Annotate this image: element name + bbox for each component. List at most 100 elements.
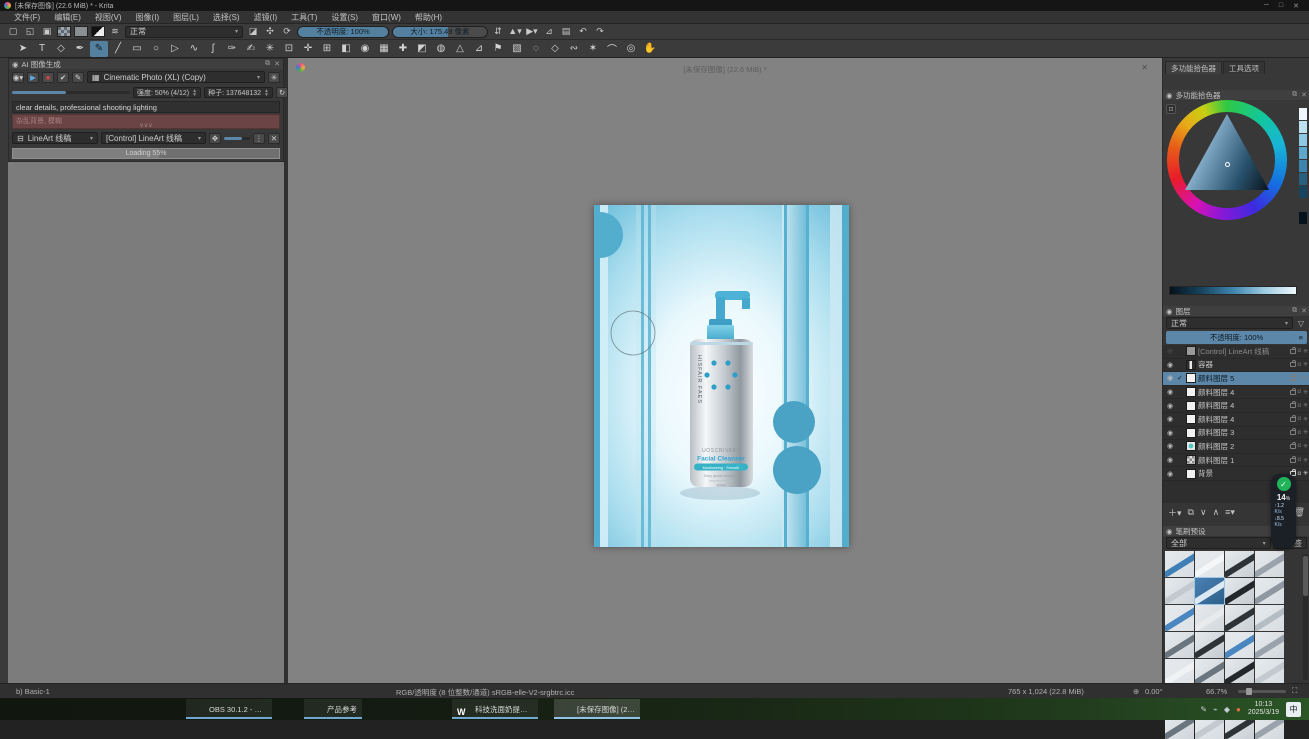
color-sampler-tool[interactable]: ◉	[356, 41, 374, 57]
layer-blend-mode-select[interactable]: 正常▾	[1166, 317, 1293, 329]
taskbar-clock[interactable]: 10:132025/3/19	[1248, 701, 1279, 717]
close-docker-icon[interactable]: ✕	[1301, 91, 1307, 99]
menu-item[interactable]: 窗口(W)	[366, 11, 407, 24]
lock-icon[interactable]	[1290, 458, 1296, 463]
gradient-tool[interactable]: ◧	[337, 41, 355, 57]
[Control] LineArt 线稿[interactable]: ◉ [Control] LineArt 线稿 α ✳	[1163, 345, 1309, 359]
brush-tag-filter-select[interactable]: 全部▾	[1166, 537, 1271, 549]
ime-indicator[interactable]: 中	[1286, 702, 1301, 717]
颜料图层 4[interactable]: ◉ 颜料图层 4 α ✳	[1163, 386, 1309, 400]
lock-icon[interactable]	[1290, 430, 1296, 435]
brush-preset[interactable]	[1225, 632, 1254, 658]
gradient-swatch[interactable]	[74, 26, 88, 37]
mirror-horizontal-button[interactable]: ▲▾	[508, 25, 522, 38]
menu-item[interactable]: 视图(V)	[89, 11, 128, 24]
rectangle-tool[interactable]: ▭	[128, 41, 146, 57]
history-swatch[interactable]	[1299, 108, 1307, 120]
artwork-canvas[interactable]: HISFAIR FAES UOSCRIVAEL Facial Cleanser …	[594, 205, 849, 547]
folder-window-button[interactable]: 产品参考	[304, 699, 362, 719]
menu-item[interactable]: 图像(I)	[130, 11, 166, 24]
opacity-menu-icon[interactable]: ≡	[1299, 333, 1303, 342]
menu-item[interactable]: 选择(S)	[207, 11, 246, 24]
blend-mode-select[interactable]: 正常▾	[125, 26, 243, 38]
brush-preset[interactable]	[1225, 659, 1254, 685]
alpha-lock-icon[interactable]: α	[1298, 471, 1301, 477]
brush-preset[interactable]	[1195, 605, 1224, 631]
颜料图层 5[interactable]: ◉ ✓ 颜料图层 5 α ✳	[1163, 372, 1309, 386]
visibility-eye-icon[interactable]: ◉	[1165, 347, 1175, 355]
color-history-strip[interactable]	[1299, 108, 1307, 224]
layer-props-icon[interactable]: ✳	[1303, 348, 1308, 355]
line-tool[interactable]: ╱	[109, 41, 127, 57]
crop-tool[interactable]: ⊞	[318, 41, 336, 57]
edit-button[interactable]: ✎	[72, 72, 84, 83]
visibility-eye-icon[interactable]: ◉	[1165, 442, 1175, 450]
alpha-lock-icon[interactable]: α	[1298, 403, 1301, 409]
prompt-input[interactable]: clear details, professional shooting lig…	[12, 101, 280, 113]
brush-preset[interactable]	[1165, 632, 1194, 658]
close-docker-icon[interactable]: ✕	[1301, 307, 1307, 315]
negative-prompt-input[interactable]: 杂乱背景, 模糊 ∨∨∨	[12, 114, 280, 129]
brush-preset[interactable]	[1255, 578, 1284, 604]
control-strength-slider[interactable]	[224, 137, 250, 140]
visibility-eye-icon[interactable]: ◉	[1165, 388, 1175, 396]
select-shapes-tool[interactable]: ➤	[14, 41, 32, 57]
lock-icon[interactable]	[1290, 362, 1296, 367]
shade-gradient-bar[interactable]	[1169, 286, 1297, 295]
layer-opacity-slider[interactable]: 不透明度: 100% ≡	[1166, 331, 1307, 344]
qq-app-button[interactable]	[408, 699, 436, 719]
selector-settings-icon[interactable]: ⊡	[1166, 104, 1176, 114]
visibility-eye-icon[interactable]: ◉	[1165, 470, 1175, 478]
remove-control-button[interactable]: ✕	[268, 133, 280, 144]
brush-preset[interactable]	[1225, 551, 1254, 577]
alpha-lock-icon[interactable]: α	[1298, 430, 1301, 436]
zoom-slider[interactable]	[1238, 690, 1286, 693]
freehand-select-tool[interactable]: ∾	[565, 41, 583, 57]
measure-tool[interactable]: ⊿	[470, 41, 488, 57]
ellipse-select-tool[interactable]: ◌	[527, 41, 545, 57]
layer-filter-icon[interactable]: ▽	[1295, 317, 1307, 329]
wps-doc-button[interactable]: W 科技洗面奶提示词...	[452, 699, 538, 719]
brush-preset[interactable]	[1195, 632, 1224, 658]
brush-preset[interactable]	[1255, 605, 1284, 631]
history-swatch[interactable]	[1299, 160, 1307, 172]
visibility-eye-icon[interactable]: ◉	[1165, 415, 1175, 423]
tray-flame-icon[interactable]: ●	[1236, 705, 1241, 714]
open-file-button[interactable]: ◱	[23, 25, 37, 38]
容器[interactable]: ◉ 容器 α ✳	[1163, 359, 1309, 373]
new-file-button[interactable]: ▢	[6, 25, 20, 38]
reload-preset-button[interactable]: ⟳	[280, 25, 294, 38]
wrap-around-button[interactable]: ⊿	[542, 25, 556, 38]
tray-pen-icon[interactable]: ✎	[1200, 705, 1207, 714]
history-swatch[interactable]	[1299, 173, 1307, 185]
颜料图层 4[interactable]: ◉ 颜料图层 4 α ✳	[1163, 399, 1309, 413]
strength-slider[interactable]	[12, 91, 130, 94]
brush-preset[interactable]	[1195, 578, 1224, 604]
control-type-select[interactable]: ⊟ LineArt 线稿▾	[12, 132, 98, 144]
rotation-icon[interactable]: ⊕	[1133, 687, 1139, 696]
calligraphy-tool[interactable]: ✒	[71, 41, 89, 57]
docker-tab[interactable]: 工具选项	[1223, 61, 1265, 74]
alpha-lock-icon[interactable]: α	[1298, 362, 1301, 368]
pattern-edit-tool[interactable]: ▦	[375, 41, 393, 57]
browser-app-button[interactable]	[378, 699, 406, 719]
bezier-curve-tool[interactable]: ʃ	[204, 41, 222, 57]
control-model-select[interactable]: [Control] LineArt 线稿▾	[101, 132, 206, 144]
rect-select-tool[interactable]: ▧	[508, 41, 526, 57]
brush-preset[interactable]	[1165, 605, 1194, 631]
reference-images-tool[interactable]: ⚑	[489, 41, 507, 57]
visibility-eye-icon[interactable]: ◉	[1165, 456, 1175, 464]
alpha-lock-icon[interactable]: α	[1298, 443, 1301, 449]
close-docker-icon[interactable]: ✕	[274, 60, 280, 68]
preserve-alpha-button[interactable]: ✣	[263, 25, 277, 38]
magnetic-select-tool[interactable]: ⌒	[603, 41, 621, 57]
brush-preset[interactable]	[1165, 578, 1194, 604]
save-file-button[interactable]: ▣	[40, 25, 54, 38]
layer-props-icon[interactable]: ✳	[1303, 470, 1308, 477]
polygon-select-tool[interactable]: ◇	[546, 41, 564, 57]
similar-select-tool[interactable]: ✶	[584, 41, 602, 57]
fill-tool[interactable]: ◩	[413, 41, 431, 57]
brush-preset[interactable]	[1195, 659, 1224, 685]
krita-window-button[interactable]: [未保存图像] (22...	[554, 699, 640, 719]
layer-props-icon[interactable]: ✳	[1303, 361, 1308, 368]
